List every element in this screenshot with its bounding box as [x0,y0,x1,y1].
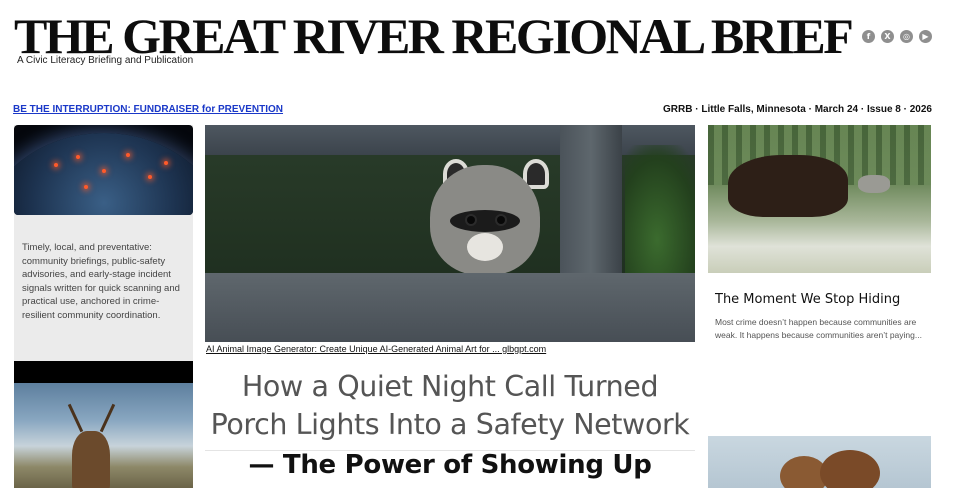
masthead-subtitle: A Civic Literacy Briefing and Publicatio… [17,55,194,66]
bear-image[interactable] [708,125,931,273]
instagram-icon[interactable]: ◎ [900,30,913,43]
feature-headline[interactable]: How a Quiet Night Call Turned Porch Ligh… [205,368,695,444]
story-title[interactable]: The Moment We Stop Hiding [715,292,900,307]
x-icon[interactable]: X [881,30,894,43]
story-excerpt: Most crime doesn’t happen because commun… [715,317,922,340]
raccoon-feature-image[interactable] [205,125,695,342]
issue-info: GRRB · Little Falls, Minnesota · March 2… [663,104,932,115]
social-links: f X ◎ ▶ [862,30,932,43]
feature-subheadline[interactable]: — The Power of Showing Up [205,449,695,481]
deer-image-frame [14,361,193,488]
deer-image[interactable] [14,383,193,488]
bears-playing-image[interactable] [708,436,931,488]
sidebar-description: Timely, local, and preventative: communi… [22,242,180,321]
left-sidebar-card: Timely, local, and preventative: communi… [14,125,193,361]
fundraiser-link[interactable]: BE THE INTERRUPTION: FUNDRAISER for PREV… [13,104,283,115]
facebook-icon[interactable]: f [862,30,875,43]
youtube-icon[interactable]: ▶ [919,30,932,43]
earth-network-image[interactable] [14,125,193,215]
image-caption-link[interactable]: AI Animal Image Generator: Create Unique… [206,344,546,354]
